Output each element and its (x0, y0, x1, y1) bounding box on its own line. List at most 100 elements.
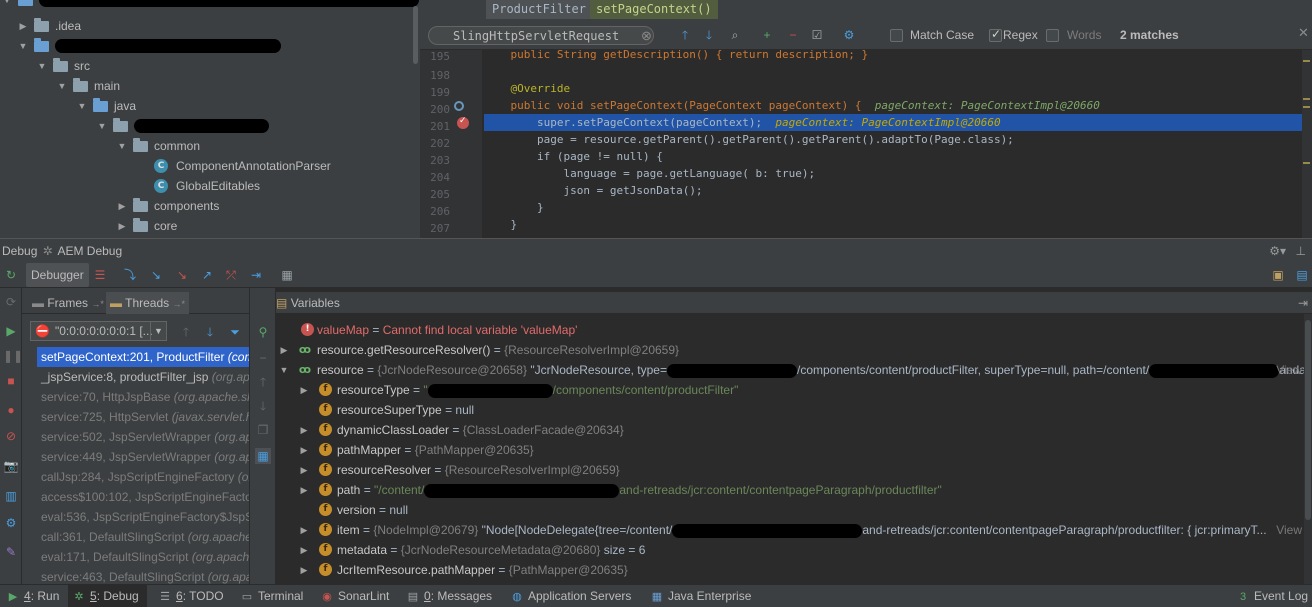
chevron-down-icon[interactable]: ▼ (55, 81, 69, 91)
next-occurrence-icon[interactable]: 🡓 (700, 26, 718, 44)
stop-icon[interactable]: ■ (3, 373, 19, 389)
tab-todo[interactable]: ☰ 6: TODO (158, 585, 224, 607)
tree-row-class[interactable]: C GlobalEditables (150, 176, 260, 196)
variable-row[interactable]: ▶ ꝏ resource.getResourceResolver() = {Re… (276, 340, 1312, 360)
event-log-button[interactable]: 3 Event Log (1236, 585, 1308, 607)
regex-checkbox[interactable] (989, 27, 1002, 42)
chevron-down-icon[interactable]: ▼ (115, 141, 129, 151)
tree-row-src[interactable]: ▼ src (35, 56, 90, 76)
hide-panel-icon[interactable]: ⊥ (1296, 239, 1306, 263)
show-watches-icon[interactable]: ▦ (255, 448, 271, 464)
variable-row[interactable]: ▶ f resourceType = "/components/content/… (276, 380, 1312, 400)
chevron-right-icon[interactable]: ▶ (115, 201, 129, 212)
frame-row[interactable]: call:361, DefaultSlingScript (org.apache… (37, 527, 249, 547)
scroll-marker[interactable] (1303, 162, 1310, 164)
variable-row[interactable]: ▼ ꝏ resource = {JcrNodeResource@20658} "… (276, 360, 1312, 380)
filter-settings-icon[interactable]: ⚙ (840, 26, 858, 44)
chevron-right-icon[interactable]: ▶ (299, 420, 309, 440)
move-down-icon[interactable]: 🡓 (255, 398, 271, 414)
restart-icon[interactable]: ↻ (3, 267, 19, 283)
tree-row-idea[interactable]: ▶ .idea (16, 16, 81, 36)
show-execution-point-icon[interactable]: ☰ (92, 267, 108, 283)
drop-frame-icon[interactable]: ⤱ (223, 267, 239, 283)
remove-watch-icon[interactable]: − (255, 350, 271, 366)
variable-row[interactable]: f version = null (276, 500, 1312, 520)
code-editor[interactable]: 195 public String getDescription() { ret… (420, 50, 1312, 238)
tree-row-java[interactable]: ▼ java (75, 96, 136, 116)
add-occurrence-icon[interactable]: + (758, 26, 776, 44)
previous-occurrence-icon[interactable]: 🡑 (676, 26, 694, 44)
override-marker-icon[interactable] (454, 101, 464, 111)
scroll-marker[interactable] (1303, 98, 1310, 100)
pause-icon[interactable]: ❚❚ (3, 348, 23, 364)
frame-row[interactable]: callJsp:284, JspScriptEngineFactory (org… (37, 467, 249, 487)
pin-icon[interactable]: ✎ (3, 544, 19, 560)
settings-icon[interactable]: ⚙ (3, 515, 19, 531)
match-case-label[interactable]: Match Case (910, 28, 974, 42)
force-step-into-icon[interactable]: ↘ (174, 267, 190, 283)
find-all-icon[interactable]: ⌕ (726, 26, 744, 44)
variable-row[interactable]: ▶ f JcrItemResource.pathMapper = {PathMa… (276, 560, 1312, 580)
move-up-icon[interactable]: 🡑 (255, 374, 271, 390)
restore-layout-icon[interactable]: ▥ (3, 488, 19, 504)
match-case-checkbox[interactable] (890, 29, 903, 42)
tree-row-package[interactable]: ▼ (95, 116, 269, 136)
run-config-name[interactable]: AEM Debug (57, 244, 122, 258)
view-link[interactable]: View (1276, 360, 1302, 380)
frame-row[interactable]: service:449, JspServletWrapper (org.apa (37, 447, 249, 467)
variable-row[interactable]: ▶ f dynamicClassLoader = {ClassLoaderFac… (276, 420, 1312, 440)
scrollbar-thumb[interactable] (1305, 320, 1311, 520)
frame-row[interactable]: service:70, HttpJspBase (org.apache.slin (37, 387, 249, 407)
chevron-right-icon[interactable]: ▶ (299, 480, 309, 500)
close-icon[interactable]: ✕ (1298, 24, 1309, 42)
view-breakpoints-icon[interactable]: ● (3, 402, 19, 418)
tab-run[interactable]: ▶ 4: Run (6, 585, 60, 607)
variable-row[interactable]: ▶ f metadata = {JcrNodeResourceMetadata@… (276, 540, 1312, 560)
new-watch-icon[interactable]: ⚲ (255, 324, 271, 340)
tab-terminal[interactable]: ▭ Terminal (240, 585, 304, 607)
get-thread-dump-icon[interactable]: 📷 (3, 458, 19, 474)
frame-row[interactable]: service:725, HttpServlet (javax.servlet.… (37, 407, 249, 427)
tree-row-main[interactable]: ▼ main (55, 76, 120, 96)
previous-frame-icon[interactable]: 🡑 (178, 324, 194, 340)
chevron-right-icon[interactable]: ▶ (299, 460, 309, 480)
next-frame-icon[interactable]: 🡓 (202, 324, 218, 340)
tab-messages[interactable]: ▤ 0: Messages (406, 585, 492, 607)
frame-row[interactable]: access$100:102, JspScriptEngineFactory (37, 487, 249, 507)
chevron-down-icon[interactable]: ▼ (75, 101, 89, 111)
rerun-icon[interactable]: ⟳ (3, 294, 19, 310)
chevron-right-icon[interactable]: ▶ (279, 340, 289, 360)
select-all-occurrences-icon[interactable]: ☑ (808, 26, 826, 44)
view-link[interactable]: View (1276, 520, 1302, 540)
variable-row[interactable]: ▶ f pathMapper = {PathMapper@20635} (276, 440, 1312, 460)
scrollbar-thumb[interactable] (413, 6, 418, 64)
chevron-right-icon[interactable]: ▶ (299, 440, 309, 460)
resume-icon[interactable]: ▶ (3, 323, 19, 339)
scroll-marker[interactable] (1303, 60, 1310, 62)
chevron-down-icon[interactable]: ▼ (35, 61, 49, 71)
tab-application-servers[interactable]: ◍ Application Servers (510, 585, 631, 607)
tree-row-components[interactable]: ▶ components (115, 196, 219, 216)
chevron-right-icon[interactable]: ▶ (299, 520, 309, 540)
chevron-down-icon[interactable]: ▼ (0, 0, 14, 5)
tab-threads[interactable]: ▬ Threads →* (106, 292, 190, 314)
search-input[interactable] (428, 26, 654, 45)
gear-icon[interactable]: ⚙▾ (1269, 239, 1286, 263)
frame-row[interactable]: eval:536, JspScriptEngineFactory$JspScr (37, 507, 249, 527)
tab-java-enterprise[interactable]: ▦ Java Enterprise (650, 585, 752, 607)
run-to-cursor-icon[interactable]: ⇥ (248, 267, 264, 283)
layout-settings-icon[interactable]: ▤ (1294, 267, 1310, 283)
variable-row[interactable]: ▶ f resourceResolver = {ResourceResolver… (276, 460, 1312, 480)
frame-row[interactable]: service:463, DefaultSlingScript (org.apa (37, 567, 249, 584)
chevron-down-icon[interactable]: ▼ (279, 360, 289, 380)
breadcrumb-class[interactable]: ProductFilter (486, 0, 592, 19)
remove-occurrence-icon[interactable]: − (784, 26, 802, 44)
frame-row-selected[interactable]: setPageContext:201, ProductFilter (com (37, 347, 249, 367)
scroll-marker[interactable] (1303, 106, 1310, 108)
tree-row-module[interactable]: ▼ (16, 36, 281, 56)
variable-row[interactable]: ▶ f item = {NodeImpl@20679} "Node[NodeDe… (276, 520, 1312, 540)
tree-row-core[interactable]: ▶ core (115, 216, 177, 236)
step-into-icon[interactable]: ↘ (148, 267, 164, 283)
frame-row[interactable]: eval:171, DefaultSlingScript (org.apache (37, 547, 249, 567)
variable-row[interactable]: ! valueMap = Cannot find local variable … (276, 320, 1312, 340)
